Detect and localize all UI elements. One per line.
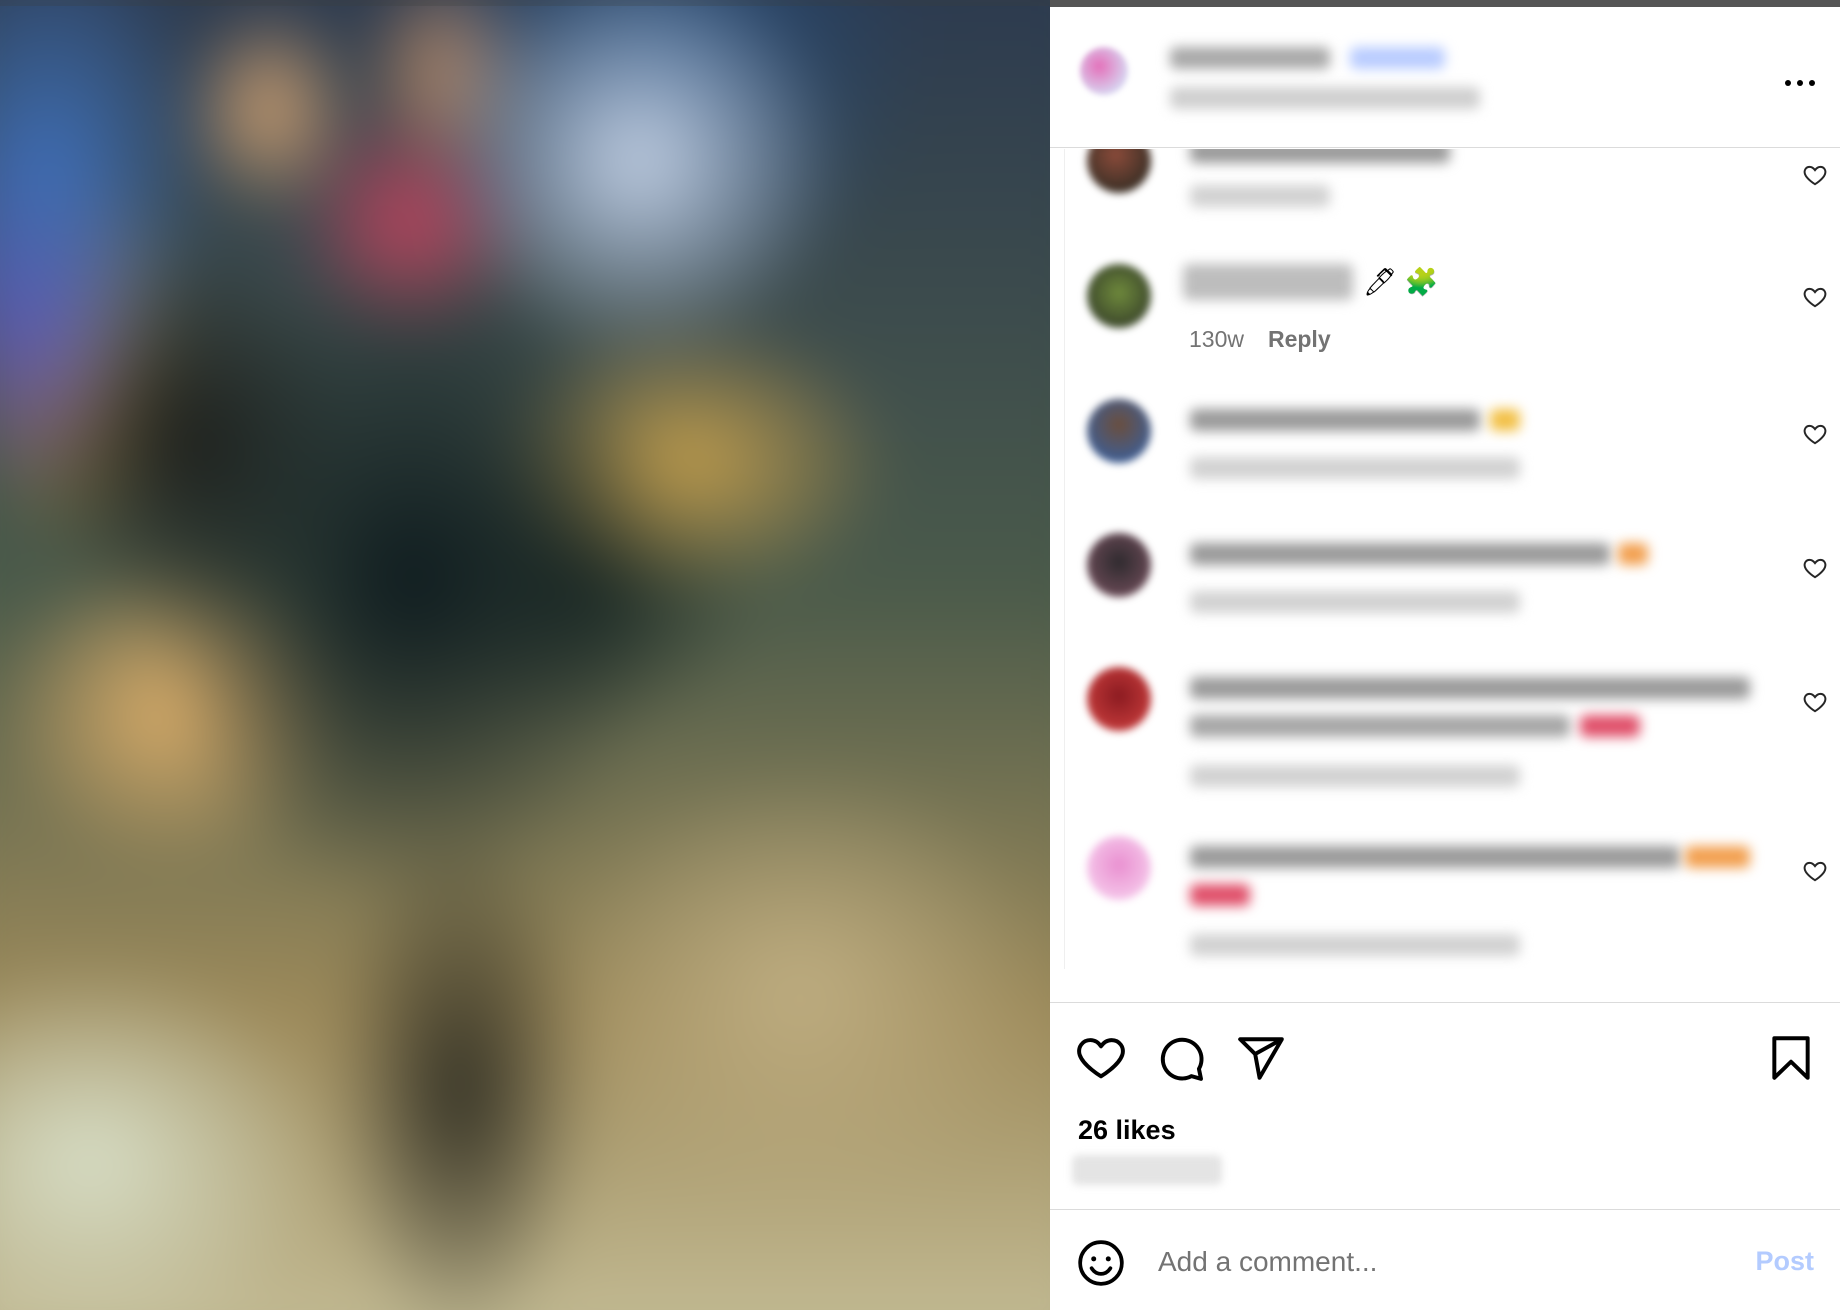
comment-item: 🖊 🧩 130w Reply xyxy=(1065,254,1840,384)
post-date xyxy=(1072,1155,1222,1185)
comment-like-heart-icon[interactable] xyxy=(1802,162,1828,188)
comment-emoji xyxy=(1618,543,1648,565)
more-options-button[interactable] xyxy=(1782,65,1818,101)
likes-count[interactable]: 26 likes xyxy=(1078,1115,1176,1146)
comment-emoji xyxy=(1580,715,1640,737)
comment-text xyxy=(1190,846,1680,868)
comment-meta xyxy=(1190,591,1520,613)
post-media[interactable] xyxy=(0,0,1050,1310)
comment-username[interactable] xyxy=(1183,264,1353,300)
comment-icon[interactable] xyxy=(1156,1033,1206,1083)
commenter-avatar[interactable] xyxy=(1087,667,1151,731)
post-header xyxy=(1050,7,1840,148)
follow-button[interactable] xyxy=(1350,47,1445,69)
more-horizontal-icon xyxy=(1785,80,1815,86)
comment-text xyxy=(1190,149,1450,163)
comment-time: 130w xyxy=(1189,326,1244,352)
comment-emoji: 🖊 🧩 xyxy=(1363,267,1439,297)
comment-item xyxy=(1065,523,1840,653)
comment-like-heart-icon[interactable] xyxy=(1802,421,1828,447)
comment-meta: 130w Reply xyxy=(1189,326,1331,353)
comment-meta xyxy=(1190,934,1520,956)
comments-list[interactable]: 🖊 🧩 130w Reply xyxy=(1064,149,1840,969)
post-location[interactable] xyxy=(1170,87,1480,109)
comment-item xyxy=(1065,149,1840,239)
commenter-avatar[interactable] xyxy=(1087,149,1151,193)
comment-meta xyxy=(1190,765,1520,787)
comment-like-heart-icon[interactable] xyxy=(1802,555,1828,581)
comment-meta xyxy=(1190,185,1330,207)
post-photo xyxy=(0,0,1050,1310)
comment-composer: Post xyxy=(1050,1209,1840,1310)
commenter-avatar[interactable] xyxy=(1087,399,1151,463)
commenter-avatar[interactable] xyxy=(1087,264,1151,328)
comment-text xyxy=(1190,409,1480,431)
commenter-avatar[interactable] xyxy=(1087,533,1151,597)
author-avatar[interactable] xyxy=(1080,47,1128,95)
comment-input[interactable] xyxy=(1158,1234,1678,1290)
comment-like-heart-icon[interactable] xyxy=(1802,858,1828,884)
bookmark-icon[interactable] xyxy=(1766,1033,1816,1083)
comment-emoji xyxy=(1490,409,1520,431)
media-top-edge xyxy=(0,0,1050,6)
comment-like-heart-icon[interactable] xyxy=(1802,284,1828,310)
panel-top-edge xyxy=(1050,0,1840,7)
comment-text-line-2 xyxy=(1190,715,1570,737)
emoji-icon[interactable] xyxy=(1076,1238,1126,1288)
comment-item xyxy=(1065,389,1840,519)
author-username[interactable] xyxy=(1170,47,1330,69)
heart-icon[interactable] xyxy=(1076,1033,1126,1083)
comment-text xyxy=(1190,543,1610,565)
comment-text xyxy=(1190,677,1750,699)
post-button[interactable]: Post xyxy=(1755,1246,1814,1277)
comment-item xyxy=(1065,657,1840,822)
comment-like-heart-icon[interactable] xyxy=(1802,689,1828,715)
app-window: 🖊 🧩 130w Reply 26 likes Add a comment...… xyxy=(0,0,1840,1310)
reply-button[interactable]: Reply xyxy=(1268,326,1331,353)
comment-emoji-line-2 xyxy=(1190,884,1250,906)
post-details-panel: 🖊 🧩 130w Reply 26 likes Add a comment...… xyxy=(1050,0,1840,1310)
comment-emoji xyxy=(1685,846,1750,868)
send-icon[interactable] xyxy=(1236,1033,1286,1083)
comment-item xyxy=(1065,826,1840,969)
comment-meta xyxy=(1190,457,1520,479)
post-actions: 26 likes xyxy=(1050,1002,1840,1202)
commenter-avatar[interactable] xyxy=(1087,836,1151,900)
